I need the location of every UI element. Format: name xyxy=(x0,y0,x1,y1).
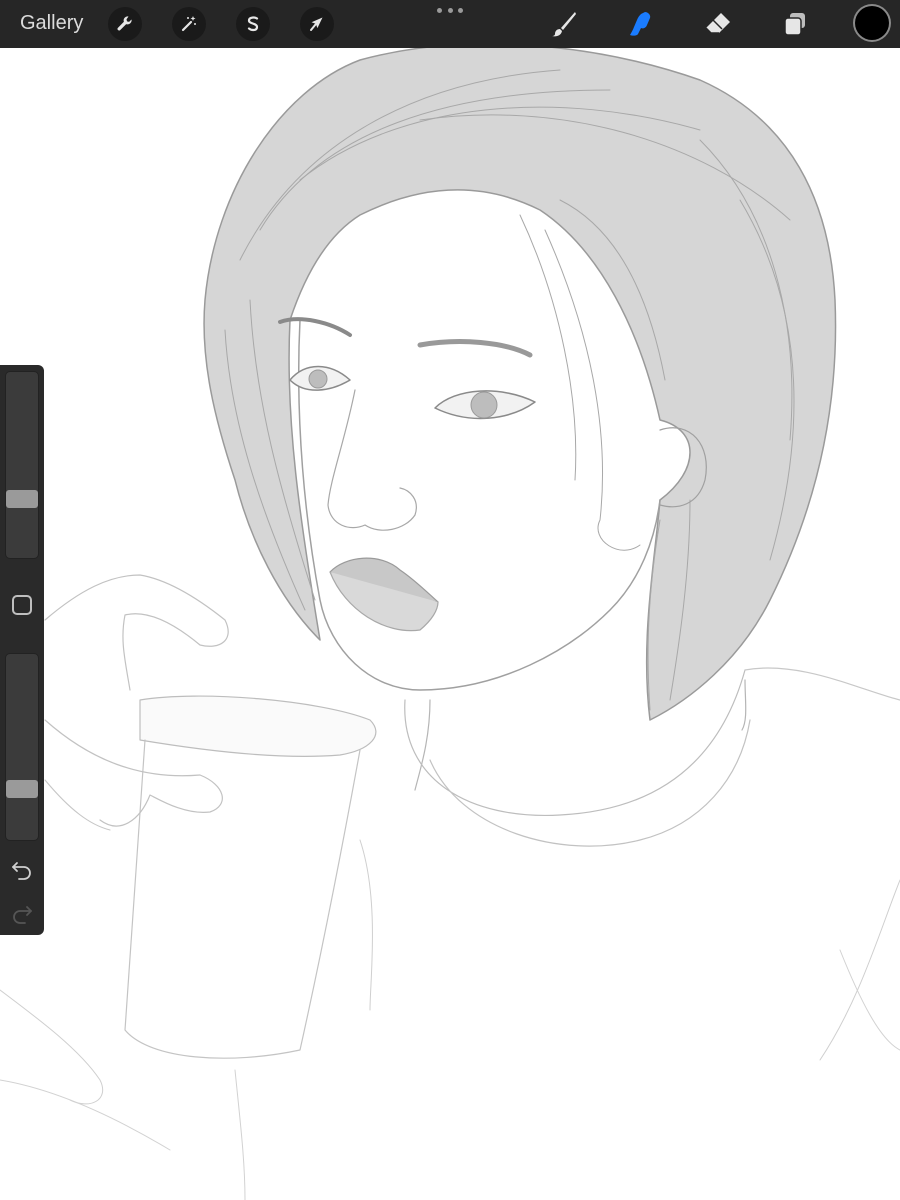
left-sidebar xyxy=(0,365,44,935)
undo-icon xyxy=(12,862,31,880)
brush-size-thumb[interactable] xyxy=(6,490,38,508)
eraser-tool-button[interactable] xyxy=(700,6,736,42)
top-toolbar: Gallery xyxy=(0,0,900,48)
layers-icon xyxy=(784,13,805,36)
gallery-button[interactable]: Gallery xyxy=(20,12,83,35)
selection-s-icon xyxy=(247,16,259,32)
arrow-cursor-icon xyxy=(310,17,323,31)
actions-button[interactable] xyxy=(108,7,142,41)
brush-size-slider[interactable] xyxy=(5,371,39,559)
smudge-finger-icon xyxy=(630,12,651,36)
selection-button[interactable] xyxy=(236,7,270,41)
redo-icon xyxy=(13,906,32,924)
redo-button[interactable] xyxy=(10,901,34,925)
opacity-thumb[interactable] xyxy=(6,780,38,798)
undo-button[interactable] xyxy=(10,857,34,881)
adjustments-button[interactable] xyxy=(172,7,206,41)
more-options-icon[interactable] xyxy=(437,2,463,18)
modify-button[interactable] xyxy=(12,595,32,615)
smudge-tool-button[interactable] xyxy=(622,6,658,42)
brush-icon xyxy=(552,12,576,37)
drawing-canvas[interactable] xyxy=(0,48,900,1200)
magic-wand-icon xyxy=(181,16,196,32)
eraser-icon xyxy=(705,13,730,34)
opacity-slider[interactable] xyxy=(5,653,39,841)
color-picker-button[interactable] xyxy=(855,6,889,40)
layers-button[interactable] xyxy=(777,6,813,42)
wrench-icon xyxy=(117,16,132,31)
transform-button[interactable] xyxy=(300,7,334,41)
brush-tool-button[interactable] xyxy=(546,6,582,42)
